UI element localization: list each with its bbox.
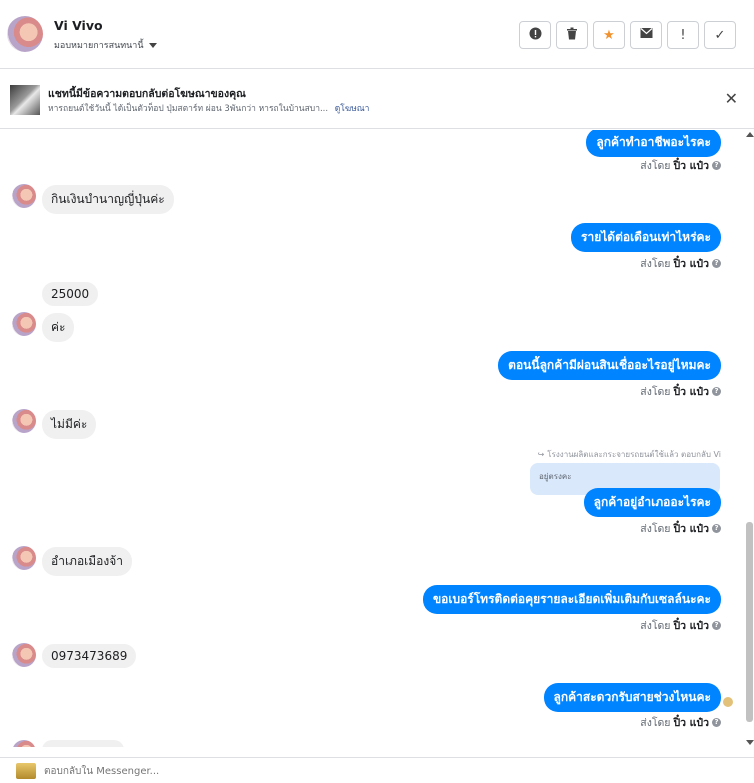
thread-scrollbar[interactable] xyxy=(745,130,754,747)
seen-avatar-icon xyxy=(723,697,733,707)
conversation-toolbar: ★ ! ✓ xyxy=(519,21,736,49)
outgoing-message: ลูกค้าทำอาชีพอะไรคะ xyxy=(586,130,721,157)
conversation-header: Vi Vivo มอบหมายการสนทนานี้ ★ ! ✓ xyxy=(0,0,754,69)
sender-name: ปิ๋ว แป๋ว xyxy=(673,160,709,172)
caret-down-icon xyxy=(148,42,157,48)
outgoing-message: รายได้ต่อเดือนเท่าไหร่คะ xyxy=(571,223,721,252)
sent-by-prefix: ส่งโดย xyxy=(640,620,671,632)
help-icon: ? xyxy=(712,259,721,268)
help-icon: ? xyxy=(712,524,721,533)
message-thread[interactable]: ลูกค้าทำอาชีพอะไรคะ ส่งโดย ปิ๋ว แป๋ว? กิน… xyxy=(0,130,745,747)
star-icon: ★ xyxy=(603,27,615,43)
sent-by-prefix: ส่งโดย xyxy=(640,717,671,729)
mark-unread-icon xyxy=(640,27,653,43)
report-button[interactable] xyxy=(519,21,551,49)
mark-done-button[interactable]: ✓ xyxy=(704,21,736,49)
incoming-message: 0973473689 xyxy=(42,644,137,668)
star-button[interactable]: ★ xyxy=(593,21,625,49)
incoming-message: 25000 xyxy=(42,282,99,306)
incoming-message-partial xyxy=(42,740,124,747)
sender-name: ปิ๋ว แป๋ว xyxy=(673,258,709,270)
mark-unread-button[interactable] xyxy=(630,21,662,49)
sender-name: ปิ๋ว แป๋ว xyxy=(673,386,709,398)
sender-name: ปิ๋ว แป๋ว xyxy=(673,523,709,535)
help-icon: ? xyxy=(712,621,721,630)
outgoing-message: ตอนนี้ลูกค้ามีผ่อนสินเชื่ออะไรอยู่ไหมคะ xyxy=(498,351,721,380)
reply-arrow-icon: ↪ xyxy=(537,450,545,459)
incoming-message: กินเงินบำนาญญี่ปุ่นค่ะ xyxy=(42,185,174,214)
reply-context-text: โรงงานผลิตและกระจายรถยนต์ใช้แล้ว ตอบกลับ… xyxy=(547,450,721,459)
assign-label: มอบหมายการสนทนานี้ xyxy=(54,41,144,51)
incoming-message: อำเภอเมืองจ้า xyxy=(42,547,133,576)
help-icon: ? xyxy=(712,161,721,170)
reply-input[interactable] xyxy=(44,763,724,779)
contact-name[interactable]: Vi Vivo xyxy=(54,18,103,33)
sent-by-label: ส่งโดย ปิ๋ว แป๋ว? xyxy=(640,255,721,272)
sender-name: ปิ๋ว แป๋ว xyxy=(673,717,709,729)
incoming-message: ไม่มีค่ะ xyxy=(42,410,97,439)
ad-text: หารถยนต์ใช้วันนี้ ได้เป็นตัวท็อป ปุ่มสตา… xyxy=(48,104,329,114)
scrollbar-thumb[interactable] xyxy=(746,522,753,722)
delete-button[interactable] xyxy=(556,21,588,49)
report-icon xyxy=(529,27,542,44)
contact-avatar-small xyxy=(12,740,36,747)
sent-by-prefix: ส่งโดย xyxy=(640,523,671,535)
spam-button[interactable]: ! xyxy=(667,21,699,49)
help-icon: ? xyxy=(712,387,721,396)
sent-by-label: ส่งโดย ปิ๋ว แป๋ว? xyxy=(640,714,721,731)
contact-avatar-small xyxy=(12,643,36,667)
spam-icon: ! xyxy=(680,27,686,43)
sent-by-label: ส่งโดย ปิ๋ว แป๋ว? xyxy=(640,157,721,174)
reply-composer xyxy=(0,757,754,783)
reply-context: ↪ โรงงานผลิตและกระจายรถยนต์ใช้แล้ว ตอบกล… xyxy=(538,448,721,461)
help-icon: ? xyxy=(712,718,721,727)
sent-by-label: ส่งโดย ปิ๋ว แป๋ว? xyxy=(640,617,721,634)
close-icon[interactable]: ✕ xyxy=(725,89,738,108)
incoming-message: ค่ะ xyxy=(42,313,75,342)
sender-name: ปิ๋ว แป๋ว xyxy=(673,620,709,632)
outgoing-message: ขอเบอร์โทรติดต่อคุยรายละเอียดเพิ่มเติมกั… xyxy=(422,585,721,614)
sent-by-prefix: ส่งโดย xyxy=(640,258,671,270)
assign-conversation-dropdown[interactable]: มอบหมายการสนทนานี้ xyxy=(54,38,157,52)
outgoing-message: ลูกค้าสะดวกรับสายช่วงไหนคะ xyxy=(543,683,721,712)
view-ad-link[interactable]: ดูโฆษณา xyxy=(335,104,370,114)
trash-icon xyxy=(566,27,578,44)
contact-avatar-small xyxy=(12,312,36,336)
done-icon: ✓ xyxy=(714,27,726,43)
contact-avatar[interactable] xyxy=(7,16,43,52)
sent-by-prefix: ส่งโดย xyxy=(640,386,671,398)
scroll-up-icon[interactable] xyxy=(746,132,754,137)
contact-avatar-small xyxy=(12,409,36,433)
contact-avatar-small xyxy=(12,184,36,208)
sent-by-prefix: ส่งโดย xyxy=(640,160,671,172)
ad-thumbnail xyxy=(10,85,40,115)
ad-banner-title: แชทนี้มีข้อความตอบกลับต่อโฆษณาของคุณ xyxy=(48,88,246,100)
scroll-down-icon[interactable] xyxy=(746,740,754,745)
sent-by-label: ส่งโดย ปิ๋ว แป๋ว? xyxy=(640,383,721,400)
contact-avatar-small xyxy=(12,546,36,570)
ad-reply-banner: แชทนี้มีข้อความตอบกลับต่อโฆษณาของคุณ หาร… xyxy=(0,69,754,129)
page-logo-icon xyxy=(16,763,36,779)
outgoing-message: ลูกค้าอยู่อำเภออะไรคะ xyxy=(583,488,721,517)
sent-by-label: ส่งโดย ปิ๋ว แป๋ว? xyxy=(640,520,721,537)
ad-banner-subtitle: หารถยนต์ใช้วันนี้ ได้เป็นตัวท็อป ปุ่มสตา… xyxy=(48,101,369,115)
